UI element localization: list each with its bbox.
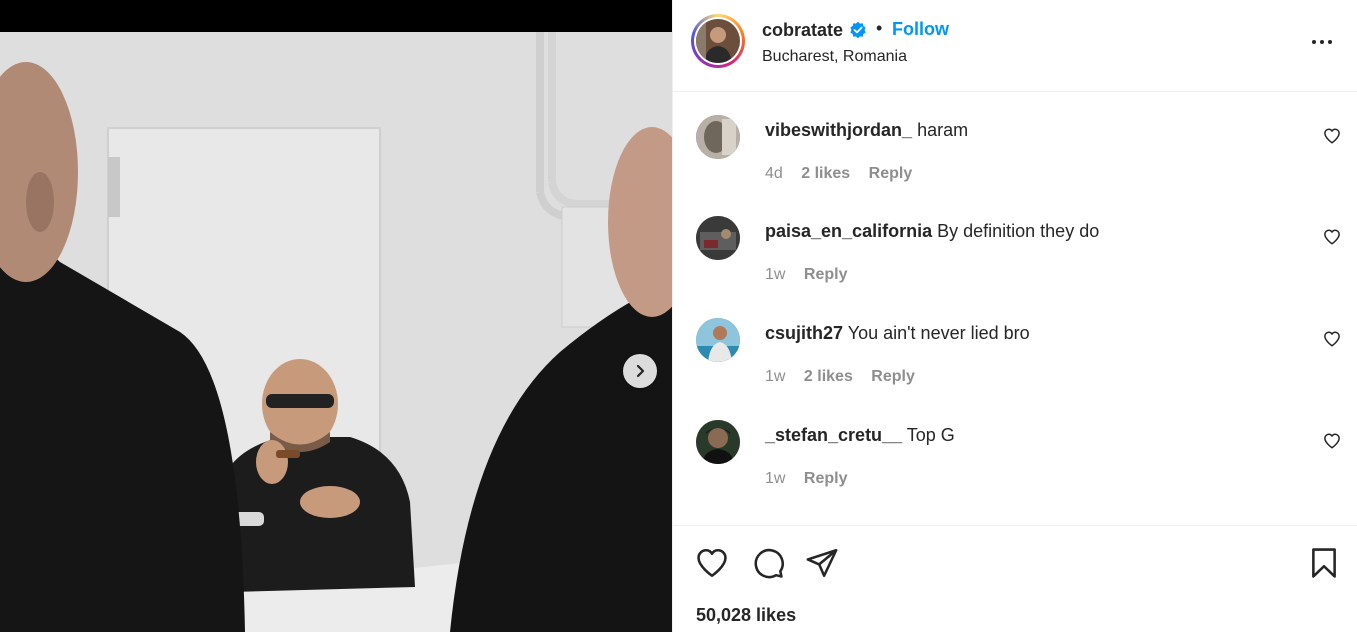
comment-bubble-icon[interactable]	[751, 546, 785, 580]
reply-button[interactable]: Reply	[804, 266, 848, 283]
paper-plane-icon[interactable]	[805, 546, 839, 580]
commenter-avatar[interactable]	[696, 420, 740, 464]
post-photo	[0, 32, 672, 632]
comment-username[interactable]: vibeswithjordan_	[765, 120, 912, 140]
post-location[interactable]: Bucharest, Romania	[762, 48, 907, 66]
comment-meta: 4d 2 likes Reply	[765, 165, 926, 183]
post-side-panel: cobratate • Follow Bucharest, Romania vi…	[672, 0, 1357, 632]
heart-icon[interactable]	[1323, 127, 1341, 145]
likes-count[interactable]: 50,028 likes	[696, 605, 796, 626]
comment-body: haram	[917, 120, 969, 140]
heart-icon[interactable]	[1323, 432, 1341, 450]
bookmark-icon[interactable]	[1307, 546, 1341, 580]
commenter-avatar[interactable]	[696, 318, 740, 362]
comment-meta: 1w Reply	[765, 266, 861, 284]
reply-button[interactable]: Reply	[804, 470, 848, 487]
reply-button[interactable]: Reply	[871, 368, 915, 385]
reply-button[interactable]: Reply	[869, 165, 913, 182]
comment-meta: 1w Reply	[765, 470, 861, 488]
header-separator: •	[876, 18, 883, 38]
comment-item: paisa_en_california By definition they d…	[673, 194, 1357, 294]
comment-text: csujith27 You ain't never lied bro	[765, 323, 1030, 344]
comment-meta: 1w 2 likes Reply	[765, 368, 929, 386]
comments-list: vibeswithjordan_ haram 4d 2 likes Reply …	[673, 93, 1357, 525]
commenter-avatar[interactable]	[696, 216, 740, 260]
comment-time[interactable]: 1w	[765, 266, 785, 283]
more-horizontal-icon[interactable]	[1309, 30, 1335, 54]
author-avatar[interactable]	[691, 14, 745, 68]
post-header: cobratate • Follow Bucharest, Romania	[673, 0, 1357, 92]
commenter-avatar[interactable]	[696, 115, 740, 159]
follow-button[interactable]: Follow	[892, 19, 949, 40]
author-avatar-image	[696, 19, 740, 63]
comment-likes[interactable]: 2 likes	[801, 165, 850, 182]
author-username[interactable]: cobratate	[762, 20, 843, 41]
comment-likes[interactable]: 2 likes	[804, 368, 853, 385]
comment-time[interactable]: 1w	[765, 368, 785, 385]
heart-icon[interactable]	[1323, 228, 1341, 246]
comment-username[interactable]: paisa_en_california	[765, 221, 932, 241]
comment-body: By definition they do	[937, 221, 1100, 241]
heart-icon[interactable]	[695, 546, 729, 580]
comment-username[interactable]: csujith27	[765, 323, 843, 343]
chevron-right-icon	[636, 364, 645, 378]
comment-item: vibeswithjordan_ haram 4d 2 likes Reply	[673, 93, 1357, 193]
comment-text: paisa_en_california By definition they d…	[765, 221, 1099, 242]
post-media	[0, 0, 672, 632]
next-media-button[interactable]	[623, 354, 657, 388]
comment-username[interactable]: _stefan_cretu__	[765, 425, 902, 445]
comment-item: csujith27 You ain't never lied bro 1w 2 …	[673, 296, 1357, 396]
comment-time[interactable]: 4d	[765, 165, 783, 182]
heart-icon[interactable]	[1323, 330, 1341, 348]
comment-body: You ain't never lied bro	[847, 323, 1030, 343]
post-actions: 50,028 likes	[673, 525, 1357, 632]
comment-text: _stefan_cretu__ Top G	[765, 425, 955, 446]
comment-item: _stefan_cretu__ Top G 1w Reply	[673, 398, 1357, 498]
comment-time[interactable]: 1w	[765, 470, 785, 487]
comment-text: vibeswithjordan_ haram	[765, 120, 968, 141]
comment-body: Top G	[906, 425, 955, 445]
verified-badge-icon	[850, 21, 866, 39]
